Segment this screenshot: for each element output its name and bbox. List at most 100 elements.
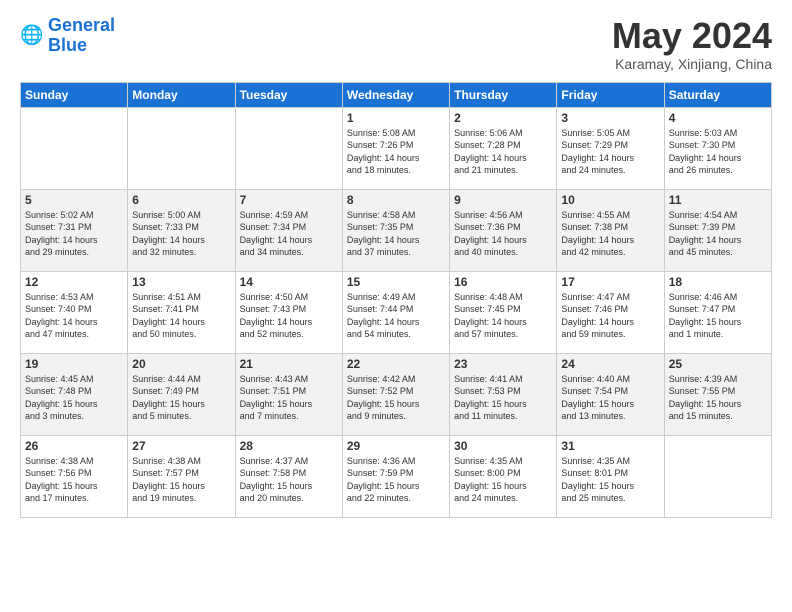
calendar-cell [664,435,771,517]
svg-text:🌐: 🌐 [20,24,43,46]
day-info: Sunrise: 5:00 AM Sunset: 7:33 PM Dayligh… [132,209,230,259]
day-info: Sunrise: 5:08 AM Sunset: 7:26 PM Dayligh… [347,127,445,177]
calendar-cell: 3Sunrise: 5:05 AM Sunset: 7:29 PM Daylig… [557,107,664,189]
title-block: May 2024 Karamay, Xinjiang, China [612,16,772,72]
day-number: 9 [454,193,552,207]
day-number: 4 [669,111,767,125]
day-number: 27 [132,439,230,453]
day-info: Sunrise: 4:59 AM Sunset: 7:34 PM Dayligh… [240,209,338,259]
week-row-2: 12 Sunrise: 4:53 AM Sunset: 7:40 PM Dayli… [21,271,772,353]
location: Karamay, Xinjiang, China [612,56,772,72]
calendar-cell: 31 Sunrise: 4:35 AM Sunset: 8:01 PM Dayli… [557,435,664,517]
calendar-cell [235,107,342,189]
calendar-cell: 18Sunrise: 4:46 AM Sunset: 7:47 PM Dayli… [664,271,771,353]
calendar-cell: 21Sunrise: 4:43 AM Sunset: 7:51 PM Dayli… [235,353,342,435]
day-info: Sunrise: 5:03 AM Sunset: 7:30 PM Dayligh… [669,127,767,177]
calendar-cell: 27 Sunrise: 4:38 AM Sunset: 7:57 PM Dayli… [128,435,235,517]
day-number: 31 [561,439,659,453]
day-number: 3 [561,111,659,125]
calendar-cell: 7 Sunrise: 4:59 AM Sunset: 7:34 PM Daylig… [235,189,342,271]
day-number: 2 [454,111,552,125]
calendar-cell: 13Sunrise: 4:51 AM Sunset: 7:41 PM Dayli… [128,271,235,353]
calendar-cell: 23 Sunrise: 4:41 AM Sunset: 7:53 PM Dayli… [450,353,557,435]
day-number: 21 [240,357,338,371]
calendar-cell: 12 Sunrise: 4:53 AM Sunset: 7:40 PM Dayli… [21,271,128,353]
day-number: 8 [347,193,445,207]
weekday-header-saturday: Saturday [664,82,771,107]
calendar-cell: 19 Sunrise: 4:45 AM Sunset: 7:48 PM Dayli… [21,353,128,435]
month-title: May 2024 [612,16,772,56]
calendar-cell: 16 Sunrise: 4:48 AM Sunset: 7:45 PM Dayli… [450,271,557,353]
day-info: Sunrise: 4:53 AM Sunset: 7:40 PM Dayligh… [25,291,123,341]
calendar-cell: 28Sunrise: 4:37 AM Sunset: 7:58 PM Dayli… [235,435,342,517]
day-info: Sunrise: 4:48 AM Sunset: 7:45 PM Dayligh… [454,291,552,341]
day-info: Sunrise: 4:55 AM Sunset: 7:38 PM Dayligh… [561,209,659,259]
day-info: Sunrise: 4:51 AM Sunset: 7:41 PM Dayligh… [132,291,230,341]
day-info: Sunrise: 4:38 AM Sunset: 7:56 PM Dayligh… [25,455,123,505]
day-info: Sunrise: 5:06 AM Sunset: 7:28 PM Dayligh… [454,127,552,177]
week-row-0: 1 Sunrise: 5:08 AM Sunset: 7:26 PM Daylig… [21,107,772,189]
calendar-cell: 26 Sunrise: 4:38 AM Sunset: 7:56 PM Dayli… [21,435,128,517]
day-number: 19 [25,357,123,371]
day-info: Sunrise: 4:50 AM Sunset: 7:43 PM Dayligh… [240,291,338,341]
day-number: 22 [347,357,445,371]
day-info: Sunrise: 4:54 AM Sunset: 7:39 PM Dayligh… [669,209,767,259]
day-number: 23 [454,357,552,371]
calendar-cell: 15 Sunrise: 4:49 AM Sunset: 7:44 PM Dayli… [342,271,449,353]
day-info: Sunrise: 4:45 AM Sunset: 7:48 PM Dayligh… [25,373,123,423]
logo-icon: 🌐 [20,24,44,48]
calendar-cell: 11 Sunrise: 4:54 AM Sunset: 7:39 PM Dayli… [664,189,771,271]
day-info: Sunrise: 4:35 AM Sunset: 8:00 PM Dayligh… [454,455,552,505]
weekday-header-sunday: Sunday [21,82,128,107]
day-info: Sunrise: 4:47 AM Sunset: 7:46 PM Dayligh… [561,291,659,341]
calendar-body: 1 Sunrise: 5:08 AM Sunset: 7:26 PM Daylig… [21,107,772,517]
calendar-cell [128,107,235,189]
calendar-cell: 2 Sunrise: 5:06 AM Sunset: 7:28 PM Daylig… [450,107,557,189]
calendar-cell: 29 Sunrise: 4:36 AM Sunset: 7:59 PM Dayli… [342,435,449,517]
day-number: 12 [25,275,123,289]
calendar-cell: 14Sunrise: 4:50 AM Sunset: 7:43 PM Dayli… [235,271,342,353]
day-info: Sunrise: 4:56 AM Sunset: 7:36 PM Dayligh… [454,209,552,259]
day-info: Sunrise: 4:41 AM Sunset: 7:53 PM Dayligh… [454,373,552,423]
day-info: Sunrise: 4:40 AM Sunset: 7:54 PM Dayligh… [561,373,659,423]
day-number: 5 [25,193,123,207]
day-number: 16 [454,275,552,289]
week-row-1: 5 Sunrise: 5:02 AM Sunset: 7:31 PM Daylig… [21,189,772,271]
day-info: Sunrise: 4:46 AM Sunset: 7:47 PM Dayligh… [669,291,767,341]
day-number: 30 [454,439,552,453]
day-number: 6 [132,193,230,207]
day-info: Sunrise: 4:36 AM Sunset: 7:59 PM Dayligh… [347,455,445,505]
day-info: Sunrise: 4:38 AM Sunset: 7:57 PM Dayligh… [132,455,230,505]
week-row-4: 26 Sunrise: 4:38 AM Sunset: 7:56 PM Dayli… [21,435,772,517]
day-number: 29 [347,439,445,453]
calendar-cell: 24 Sunrise: 4:40 AM Sunset: 7:54 PM Dayli… [557,353,664,435]
weekday-header-row: SundayMondayTuesdayWednesdayThursdayFrid… [21,82,772,107]
day-number: 1 [347,111,445,125]
day-number: 11 [669,193,767,207]
logo-text: GeneralBlue [48,16,115,56]
weekday-header-tuesday: Tuesday [235,82,342,107]
day-number: 15 [347,275,445,289]
day-info: Sunrise: 5:02 AM Sunset: 7:31 PM Dayligh… [25,209,123,259]
day-info: Sunrise: 4:35 AM Sunset: 8:01 PM Dayligh… [561,455,659,505]
header: 🌐 GeneralBlue May 2024 Karamay, Xinjiang… [20,16,772,72]
weekday-header-monday: Monday [128,82,235,107]
day-number: 7 [240,193,338,207]
day-info: Sunrise: 4:42 AM Sunset: 7:52 PM Dayligh… [347,373,445,423]
day-number: 20 [132,357,230,371]
calendar-cell: 5 Sunrise: 5:02 AM Sunset: 7:31 PM Daylig… [21,189,128,271]
day-info: Sunrise: 4:39 AM Sunset: 7:55 PM Dayligh… [669,373,767,423]
weekday-header-friday: Friday [557,82,664,107]
day-info: Sunrise: 4:37 AM Sunset: 7:58 PM Dayligh… [240,455,338,505]
page: 🌐 GeneralBlue May 2024 Karamay, Xinjiang… [0,0,792,528]
calendar-cell: 25 Sunrise: 4:39 AM Sunset: 7:55 PM Dayli… [664,353,771,435]
day-number: 24 [561,357,659,371]
day-info: Sunrise: 4:58 AM Sunset: 7:35 PM Dayligh… [347,209,445,259]
day-info: Sunrise: 4:49 AM Sunset: 7:44 PM Dayligh… [347,291,445,341]
calendar-cell: 4 Sunrise: 5:03 AM Sunset: 7:30 PM Daylig… [664,107,771,189]
day-number: 25 [669,357,767,371]
calendar-cell: 22 Sunrise: 4:42 AM Sunset: 7:52 PM Dayli… [342,353,449,435]
day-number: 26 [25,439,123,453]
calendar-cell: 20Sunrise: 4:44 AM Sunset: 7:49 PM Dayli… [128,353,235,435]
calendar-cell: 10Sunrise: 4:55 AM Sunset: 7:38 PM Dayli… [557,189,664,271]
